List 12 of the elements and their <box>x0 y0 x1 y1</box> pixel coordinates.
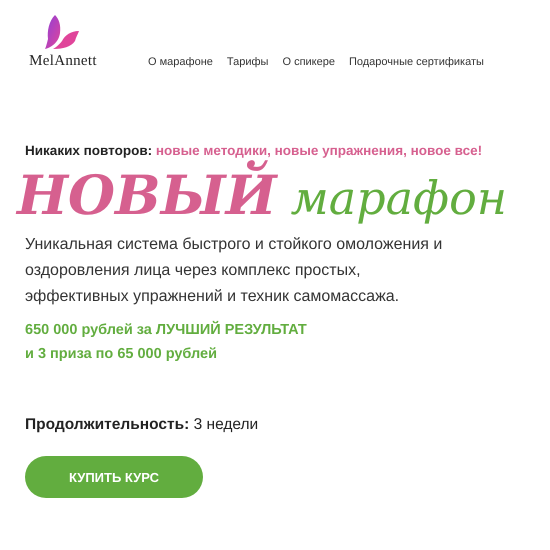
nav-link[interactable]: Подарочные сертификаты <box>348 56 484 68</box>
prize-text: и 3 приза по 65 000 рублей <box>25 345 218 364</box>
butterfly-logo-icon <box>45 15 81 49</box>
title-word: марафон <box>290 172 508 225</box>
nav-link[interactable]: О спикере <box>282 56 335 68</box>
logo-text: MelAnnett <box>29 53 97 70</box>
description-text: Уникальная система быстрого и стойкого омоложения и оздоровления лица через комплекс простых, эффективных упражнений и техник самомассажа. <box>25 235 444 308</box>
tagline: Никаких повторов: новые методики, новые упражнения, новое все! <box>25 143 484 158</box>
prize-text: 650 000 рублей за ЛУЧШИЙ РЕЗУЛЬТАТ <box>25 320 308 340</box>
nav-link[interactable]: О марафоне <box>148 56 213 68</box>
duration-text: Продолжительность: 3 недели <box>25 416 260 434</box>
nav-link[interactable]: Тарифы <box>226 56 268 68</box>
